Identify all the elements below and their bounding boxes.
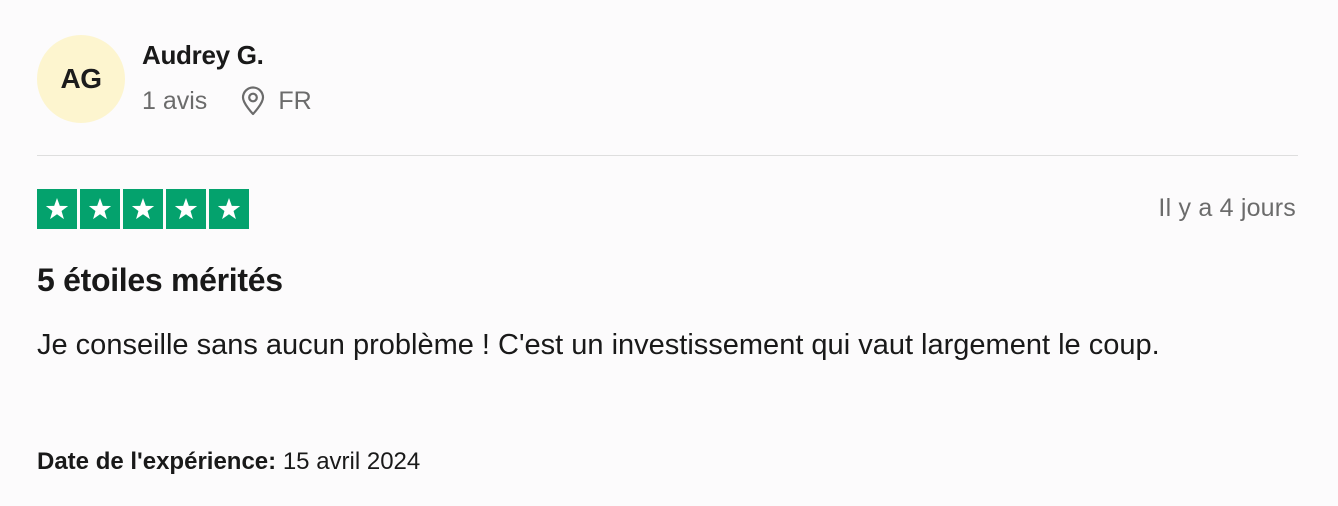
review-text: Je conseille sans aucun problème ! C'est… [37, 329, 1160, 361]
avatar[interactable]: AG [37, 35, 125, 123]
star-icon [80, 189, 120, 229]
experience-date: Date de l'expérience: 15 avril 2024 [37, 448, 420, 476]
star-icon [166, 189, 206, 229]
reviewer-name[interactable]: Audrey G. [142, 40, 264, 71]
experience-date-label: Date de l'expérience: [37, 448, 277, 475]
review-card: AG Audrey G. 1 avis FR Il y a 4 jours 5 … [0, 0, 1338, 506]
star-rating [37, 189, 249, 229]
reviewer-meta: 1 avis FR [142, 84, 312, 118]
star-icon [209, 189, 249, 229]
map-pin-icon [240, 85, 266, 117]
star-icon [123, 189, 163, 229]
review-count: 1 avis [142, 86, 208, 115]
divider [37, 155, 1298, 156]
review-title[interactable]: 5 étoiles mérités [37, 262, 283, 299]
review-posted-date[interactable]: Il y a 4 jours [1158, 194, 1296, 223]
experience-date-value: 15 avril 2024 [282, 448, 421, 475]
star-icon [37, 189, 77, 229]
reviewer-country: FR [278, 86, 312, 115]
avatar-initials: AG [60, 63, 103, 94]
